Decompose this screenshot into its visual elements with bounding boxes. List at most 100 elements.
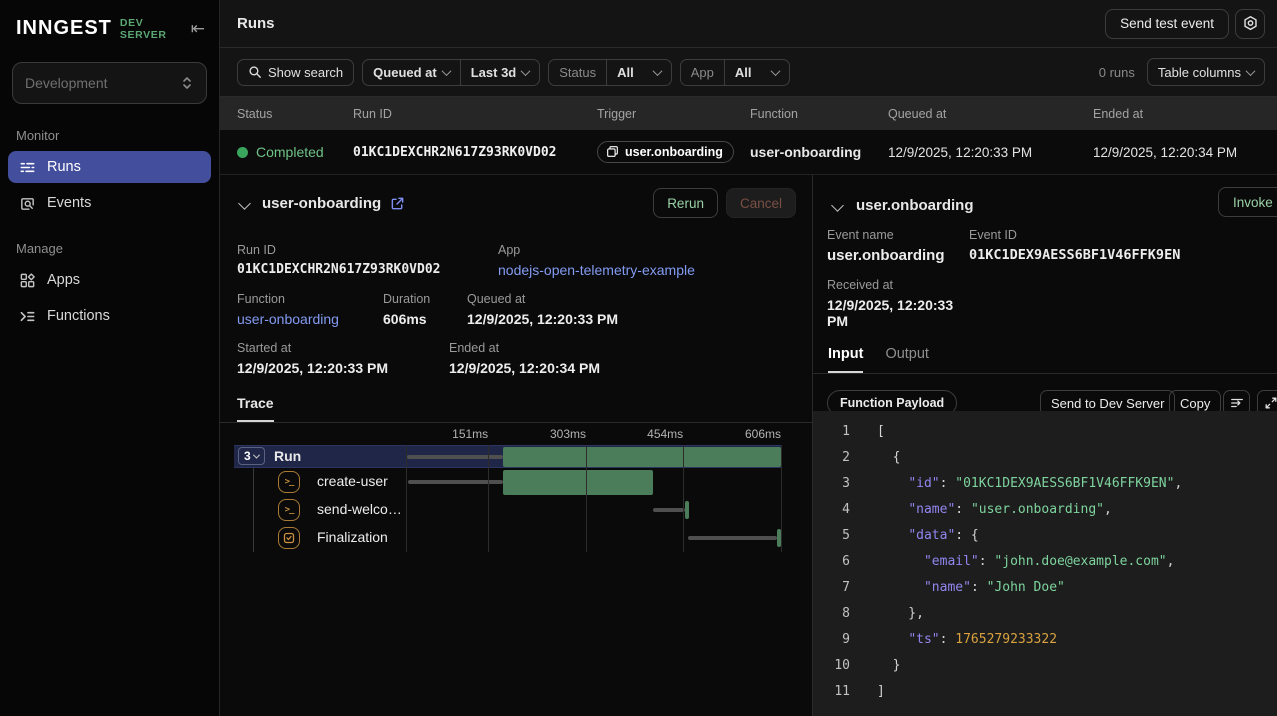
invoke-button[interactable]: Invoke bbox=[1218, 187, 1277, 217]
trace-gridline bbox=[683, 445, 684, 552]
settings-button[interactable] bbox=[1235, 9, 1265, 39]
show-search-button[interactable]: Show search bbox=[237, 59, 354, 86]
tab-output[interactable]: Output bbox=[885, 346, 929, 373]
trace-tree-guide bbox=[253, 468, 254, 552]
sidebar-item-runs[interactable]: Runs bbox=[8, 151, 211, 183]
trace-tabs: Trace bbox=[220, 395, 812, 423]
trace-row-label: send-welco… bbox=[317, 501, 402, 517]
table-columns-button[interactable]: Table columns bbox=[1147, 58, 1265, 86]
expand-icon bbox=[1264, 396, 1277, 410]
line-number: 1 bbox=[813, 424, 850, 439]
trace-axis-tick: 606ms bbox=[745, 427, 781, 441]
sidebar-item-events[interactable]: Events bbox=[8, 187, 211, 219]
line-number: 10 bbox=[813, 658, 850, 673]
trace-run-bar bbox=[503, 447, 781, 467]
time-range-dropdown[interactable]: Last 3d bbox=[460, 60, 540, 85]
collapse-run-panel-icon[interactable] bbox=[238, 197, 251, 210]
run-status: Completed bbox=[256, 144, 324, 160]
collapse-event-panel-icon[interactable] bbox=[831, 199, 844, 212]
trace-row-send-welcome[interactable]: >_ send-welco… bbox=[220, 496, 812, 524]
code-line: 7 "name": "John Doe" bbox=[813, 574, 1277, 600]
chevron-down-icon bbox=[253, 451, 260, 458]
sidebar-item-apps[interactable]: Apps bbox=[8, 264, 211, 296]
workspace-select[interactable]: Development bbox=[12, 62, 207, 104]
collapse-sidebar-icon[interactable]: ⇤ bbox=[191, 20, 205, 37]
received-at-label: Received at bbox=[827, 278, 969, 292]
trace-gridline bbox=[488, 445, 489, 552]
status-filter-label: Status bbox=[549, 60, 606, 85]
started-at-value: 12/9/2025, 12:20:33 PM bbox=[237, 360, 449, 376]
sidebar: INNGEST DEV SERVER ⇤ Development Monitor… bbox=[0, 0, 220, 716]
chevron-down-icon bbox=[521, 66, 531, 76]
status-completed-dot bbox=[237, 147, 248, 158]
trace-row-run[interactable]: 3 Run bbox=[220, 445, 812, 468]
tab-input[interactable]: Input bbox=[828, 346, 863, 373]
queued-at-label: Queued at bbox=[467, 292, 796, 306]
event-name-label: Event name bbox=[827, 228, 969, 242]
app-filter-group: App All bbox=[680, 59, 790, 86]
code-line: 8 }, bbox=[813, 600, 1277, 626]
trigger-name: user.onboarding bbox=[625, 145, 723, 159]
sidebar-item-label: Functions bbox=[47, 308, 110, 324]
word-wrap-icon bbox=[1230, 396, 1244, 410]
app-filter-value: All bbox=[735, 65, 752, 80]
trace-children-count-badge[interactable]: 3 bbox=[238, 447, 265, 465]
workspace-select-value: Development bbox=[25, 75, 108, 91]
trace-row-label: create-user bbox=[317, 473, 388, 489]
code-line: 3 "id": "01KC1DEX9AESS6BF1V46FFK9EN", bbox=[813, 470, 1277, 496]
ended-at-value: 12/9/2025, 12:20:34 PM bbox=[449, 360, 796, 376]
code-line: 2 { bbox=[813, 444, 1277, 470]
send-test-event-button[interactable]: Send test event bbox=[1105, 9, 1229, 39]
column-header-ended-at: Ended at bbox=[1093, 107, 1277, 121]
tab-trace[interactable]: Trace bbox=[237, 395, 274, 422]
run-details-panel: user-onboarding Rerun Cancel bbox=[220, 175, 813, 716]
payload-code-editor: 1[2 {3 "id": "01KC1DEX9AESS6BF1V46FFK9EN… bbox=[813, 411, 1277, 716]
received-at-value: 12/9/2025, 12:20:33 PM bbox=[827, 297, 969, 329]
run-id-label: Run ID bbox=[237, 243, 498, 257]
line-number: 2 bbox=[813, 450, 850, 465]
code-line: 5 "data": { bbox=[813, 522, 1277, 548]
trace-wait-segment bbox=[688, 536, 777, 540]
external-link-icon[interactable] bbox=[390, 196, 405, 211]
trace-axis-tick: 303ms bbox=[550, 427, 586, 441]
app-link[interactable]: nodejs-open-telemetry-example bbox=[498, 262, 796, 278]
finalization-step-icon bbox=[278, 527, 300, 549]
trace-gridline bbox=[586, 445, 587, 552]
time-field-dropdown[interactable]: Queued at bbox=[363, 60, 460, 85]
code-line: 9 "ts": 1765279233322 bbox=[813, 626, 1277, 652]
table-row[interactable]: Completed 01KC1DEXCHR2N617Z93RK0VD02 use… bbox=[220, 130, 1277, 175]
trace-run-bar bbox=[503, 470, 653, 495]
runs-table-header: Status Run ID Trigger Function Queued at… bbox=[220, 97, 1277, 130]
trace-axis-tick: 454ms bbox=[647, 427, 683, 441]
status-filter-dropdown[interactable]: All bbox=[606, 60, 671, 85]
trace-timeline-divider bbox=[406, 445, 407, 552]
code-line: 10 } bbox=[813, 652, 1277, 678]
function-link[interactable]: user-onboarding bbox=[237, 311, 383, 327]
payload-tabs: Input Output bbox=[813, 346, 1277, 374]
trace-waterfall: 3 Run >_ create-user >_ send-welco… bbox=[220, 423, 812, 574]
event-panel-title: user.onboarding bbox=[856, 197, 974, 214]
rerun-button[interactable]: Rerun bbox=[653, 188, 718, 218]
trace-row-create-user[interactable]: >_ create-user bbox=[220, 468, 812, 496]
filter-bar: Show search Queued at Last 3d Status All bbox=[220, 48, 1277, 97]
column-header-run-id: Run ID bbox=[353, 107, 597, 121]
line-number: 6 bbox=[813, 554, 850, 569]
trace-row-finalization[interactable]: Finalization bbox=[220, 524, 812, 552]
app-filter-dropdown[interactable]: All bbox=[724, 60, 789, 85]
code-line: 6 "email": "john.doe@example.com", bbox=[813, 548, 1277, 574]
code-line: 11] bbox=[813, 678, 1277, 704]
trace-wait-segment bbox=[653, 508, 685, 512]
terminal-step-icon: >_ bbox=[278, 471, 300, 493]
trigger-badge[interactable]: user.onboarding bbox=[597, 141, 734, 163]
sidebar-item-functions[interactable]: Functions bbox=[8, 300, 211, 332]
run-panel-title: user-onboarding bbox=[262, 195, 381, 212]
inngest-dev-server-app: INNGEST DEV SERVER ⇤ Development Monitor… bbox=[0, 0, 1277, 716]
queued-at-value: 12/9/2025, 12:20:33 PM bbox=[888, 145, 1093, 160]
function-label: Function bbox=[237, 292, 383, 306]
line-number: 3 bbox=[813, 476, 850, 491]
cancel-button[interactable]: Cancel bbox=[726, 188, 796, 218]
line-number: 11 bbox=[813, 684, 850, 699]
duration-value: 606ms bbox=[383, 311, 467, 327]
run-id-value: 01KC1DEXCHR2N617Z93RK0VD02 bbox=[237, 262, 498, 277]
duration-label: Duration bbox=[383, 292, 467, 306]
